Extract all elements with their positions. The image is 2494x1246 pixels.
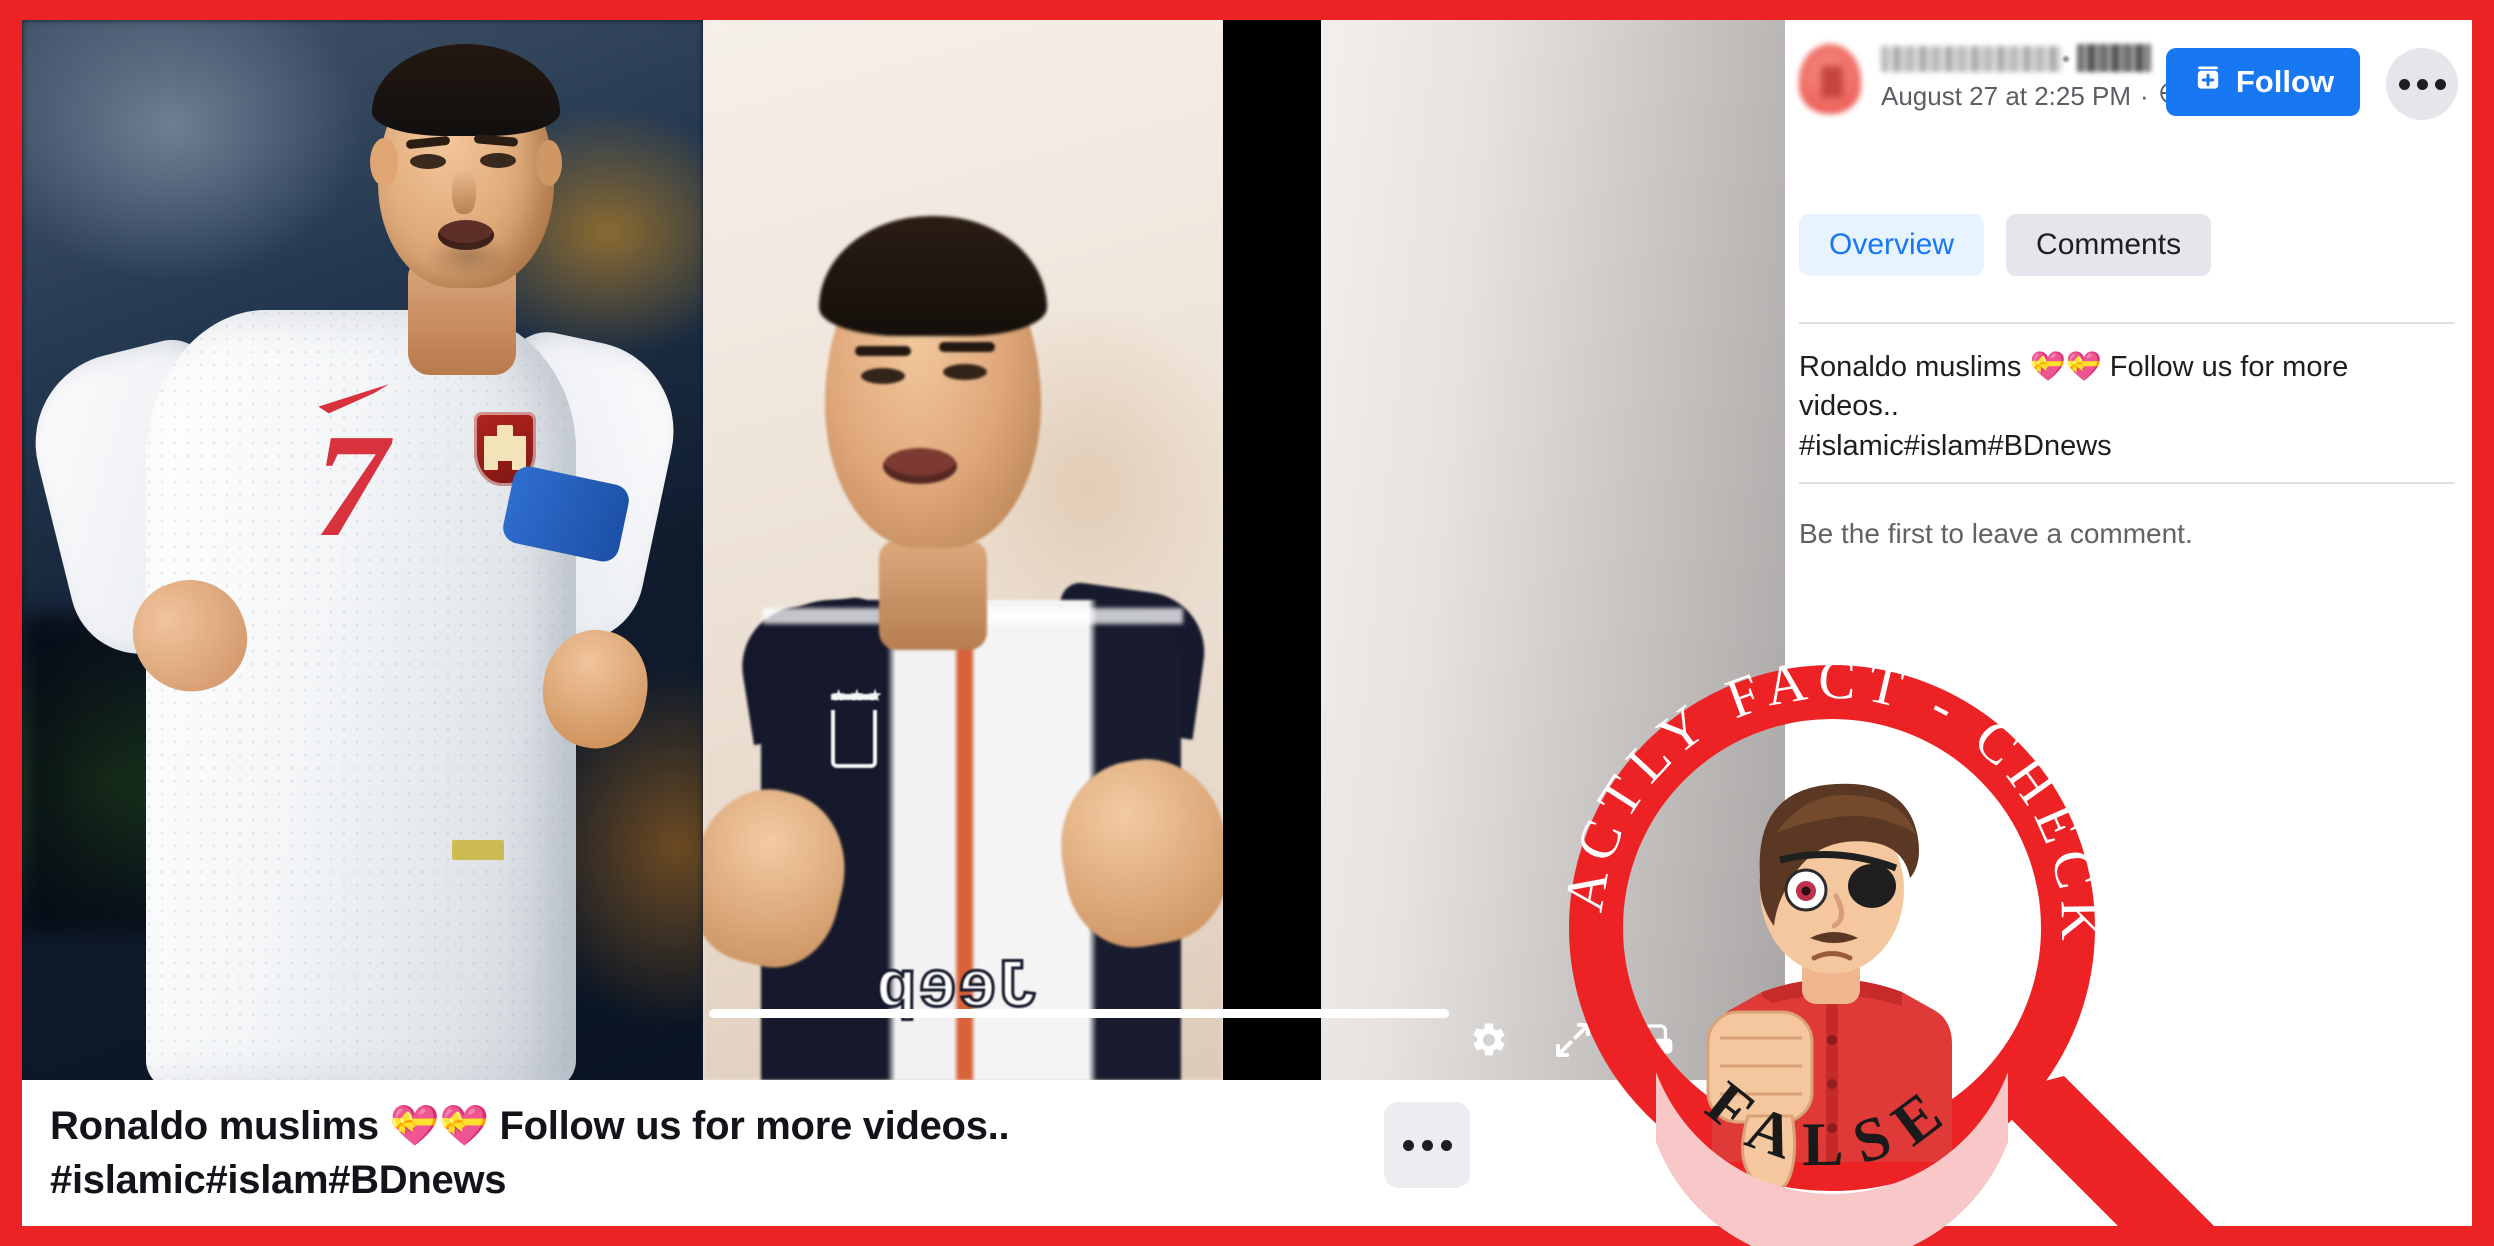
caption-line-2: #islamic#islam#BDnews xyxy=(50,1157,507,1202)
divider-bottom xyxy=(1799,482,2455,484)
divider-top xyxy=(1799,322,2455,324)
right-eye xyxy=(480,153,516,168)
ellipsis-dot xyxy=(2416,78,2428,90)
author-name-redacted[interactable] xyxy=(1881,46,2061,72)
video-controls xyxy=(1467,1018,1763,1062)
ellipsis-dot xyxy=(1421,1139,1433,1151)
post-text: Ronaldo muslims 💝💝 Follow us for more vi… xyxy=(1799,348,2419,466)
video-progress-bar[interactable] xyxy=(709,1009,1449,1018)
post-text-line-1: Ronaldo muslims 💝💝 Follow us for more vi… xyxy=(1799,351,2349,423)
left-eye xyxy=(410,154,446,169)
volume-muted-icon[interactable] xyxy=(1719,1018,1763,1062)
ellipsis-dot xyxy=(1440,1139,1452,1151)
post-text-line-2: #islamic#islam#BDnews xyxy=(1799,429,2112,462)
meta-separator-dot: · xyxy=(2140,81,2149,111)
juventus-badge-icon xyxy=(831,694,877,768)
nose xyxy=(452,170,476,214)
post-timestamp[interactable]: August 27 at 2:25 PM xyxy=(1881,81,2131,112)
tab-comments[interactable]: Comments xyxy=(2006,214,2212,276)
avatar[interactable] xyxy=(1799,44,1861,114)
left-ear xyxy=(370,138,398,186)
jersey-tag xyxy=(452,840,504,860)
follow-button[interactable]: Follow xyxy=(2165,48,2360,116)
video-side-panel xyxy=(1321,20,1785,1080)
red-outer-border: 7 7 xyxy=(0,0,2494,1246)
video-left-eyebrow xyxy=(855,346,911,356)
post-header: August 27 at 2:25 PM · Follow xyxy=(1785,38,2472,130)
caption-more-options-button[interactable] xyxy=(1384,1102,1470,1188)
follow-plus-icon xyxy=(2192,62,2224,102)
tab-overview[interactable]: Overview xyxy=(1799,214,1985,276)
video-neck xyxy=(879,540,987,650)
video-player[interactable]: ★★★ Jeep xyxy=(703,20,1785,1080)
ellipsis-dot xyxy=(1402,1139,1414,1151)
video-right-eye xyxy=(943,364,987,380)
chin-shadow xyxy=(426,234,510,278)
video-right-eyebrow xyxy=(939,342,995,352)
expand-arrows-icon[interactable] xyxy=(1551,1018,1595,1062)
video-frame: ★★★ Jeep xyxy=(703,20,1223,1080)
comment-empty-state: Be the first to leave a comment. xyxy=(1799,518,2193,549)
author-name-redacted-suffix[interactable] xyxy=(2077,44,2151,72)
panel-tabs: Overview Comments xyxy=(1799,214,2212,276)
ellipsis-dot xyxy=(2398,78,2410,90)
right-ear xyxy=(536,140,562,186)
post-meta: August 27 at 2:25 PM · xyxy=(1881,80,2184,113)
bottom-caption-bar: Ronaldo muslims 💝💝 Follow us for more vi… xyxy=(22,1080,2472,1226)
follow-button-label: Follow xyxy=(2235,64,2334,99)
jeep-sponsor-text: Jeep xyxy=(872,945,1037,1022)
video-mouth xyxy=(883,448,957,484)
author-name-separator xyxy=(2063,56,2069,62)
pip-icon[interactable] xyxy=(1635,1018,1679,1062)
screenshot-canvas: 7 7 xyxy=(22,20,2472,1226)
video-left-eye xyxy=(861,368,905,384)
ellipsis-dot xyxy=(2434,78,2446,90)
ronaldo-portugal-photo: 7 7 xyxy=(22,20,703,1080)
video-progress-fill xyxy=(709,1009,1449,1018)
caption-line-1: Ronaldo muslims 💝💝 Follow us for more vi… xyxy=(50,1104,1010,1148)
post-details-panel: August 27 at 2:25 PM · Follow Overview C… xyxy=(1785,20,2472,1226)
gear-icon[interactable] xyxy=(1467,1018,1511,1062)
video-letterbox-bar xyxy=(1223,20,1321,1080)
caption-text: Ronaldo muslims 💝💝 Follow us for more vi… xyxy=(50,1100,1010,1207)
post-more-options-button[interactable] xyxy=(2386,48,2458,120)
